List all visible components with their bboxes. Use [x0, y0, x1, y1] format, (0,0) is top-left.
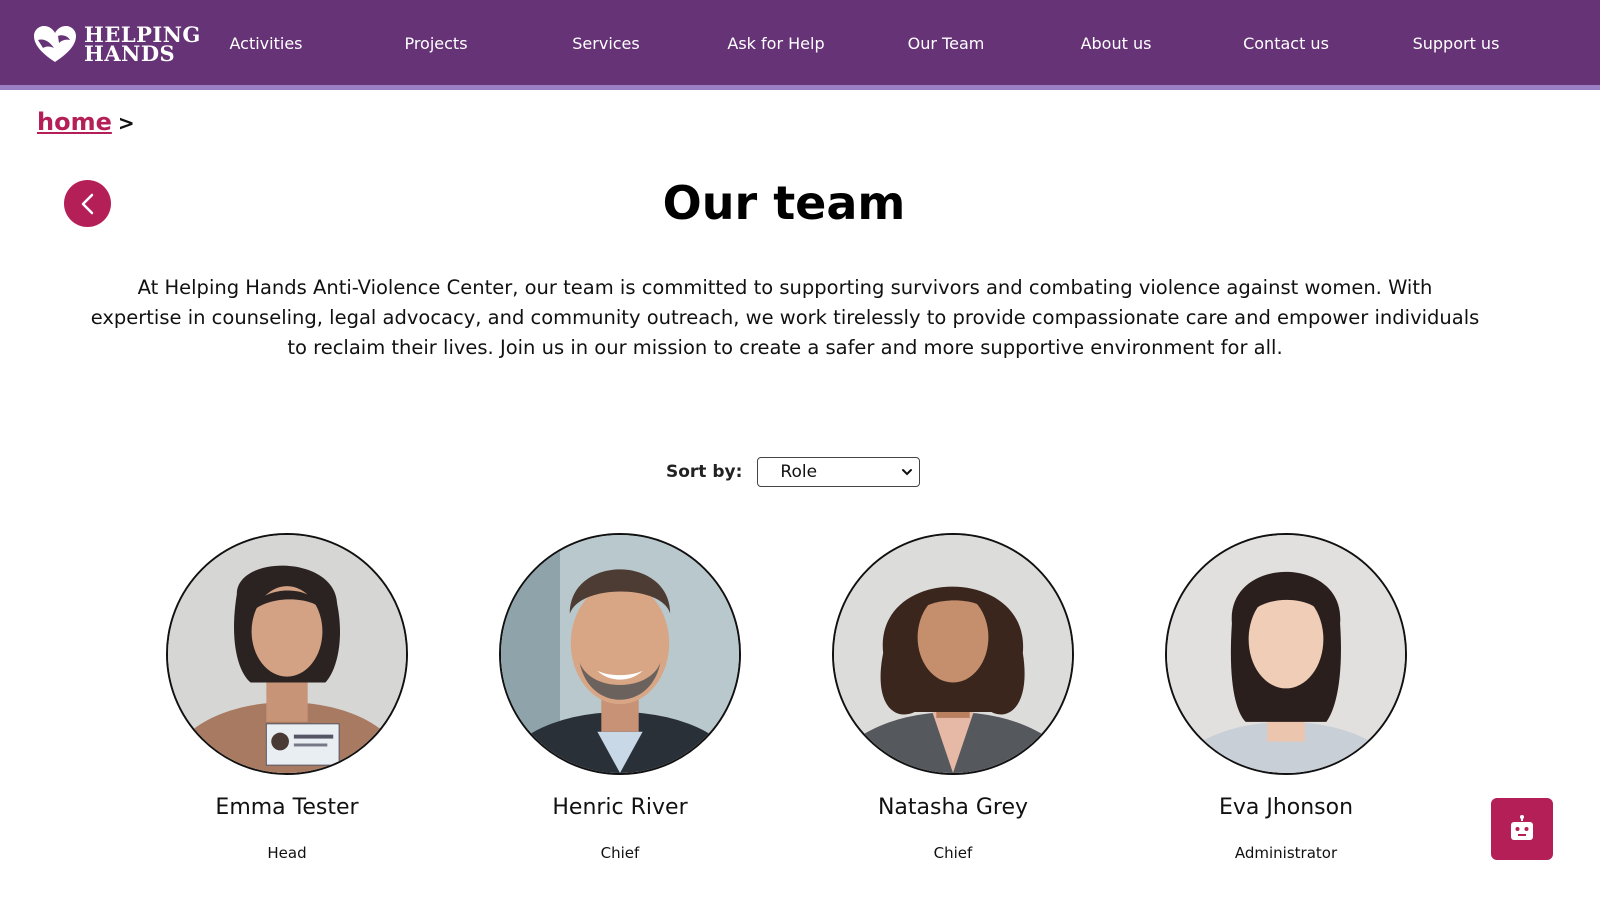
portrait-image	[501, 535, 739, 773]
member-name: Henric River	[552, 795, 688, 820]
page-title: Our team	[662, 176, 906, 230]
member-name: Emma Tester	[215, 795, 359, 820]
nav-projects[interactable]: Projects	[404, 34, 467, 53]
sort-selected-value: Role	[780, 462, 818, 482]
team-member-card[interactable]: Natasha Grey Chief	[832, 533, 1074, 862]
member-name: Natasha Grey	[877, 795, 1029, 820]
portrait-image	[168, 535, 406, 773]
avatar	[499, 533, 741, 775]
team-member-card[interactable]: Henric River Chief	[499, 533, 741, 862]
chatbot-button[interactable]	[1491, 798, 1553, 860]
nav-services[interactable]: Services	[572, 34, 639, 53]
heart-hands-icon	[34, 26, 76, 62]
team-member-card[interactable]: Eva Jhonson Administrator	[1165, 533, 1407, 862]
nav-activities[interactable]: Activities	[230, 34, 303, 53]
nav-ask-for-help[interactable]: Ask for Help	[727, 34, 824, 53]
nav-contact-us[interactable]: Contact us	[1243, 34, 1329, 53]
breadcrumb-separator: >	[117, 111, 135, 135]
team-intro-text: At Helping Hands Anti-Violence Center, o…	[90, 276, 1480, 359]
portrait-image	[834, 535, 1072, 773]
brand-name: HELPING HANDS	[84, 24, 201, 64]
breadcrumb: home >	[37, 108, 135, 136]
member-role: Chief	[600, 844, 640, 862]
team-member-card[interactable]: Emma Tester Head	[166, 533, 408, 862]
top-navigation-bar: HELPING HANDS Activities Projects Servic…	[0, 0, 1600, 90]
nav-our-team[interactable]: Our Team	[908, 34, 985, 53]
sort-select[interactable]: Role	[757, 457, 921, 487]
member-role: Chief	[933, 844, 973, 862]
sort-control: Sort by: Role	[666, 457, 921, 487]
avatar	[832, 533, 1074, 775]
portrait-image	[1167, 535, 1405, 773]
member-name: Eva Jhonson	[1218, 795, 1354, 820]
member-role: Administrator	[1234, 844, 1338, 862]
sort-label: Sort by:	[666, 462, 743, 482]
member-role: Head	[267, 844, 307, 862]
avatar	[1165, 533, 1407, 775]
avatar	[166, 533, 408, 775]
breadcrumb-home-link[interactable]: home	[37, 108, 112, 136]
helping-hands-logo[interactable]: HELPING HANDS	[32, 20, 201, 68]
robot-icon	[1511, 815, 1533, 840]
chevron-down-icon	[902, 469, 913, 476]
nav-support-us[interactable]: Support us	[1413, 34, 1500, 53]
nav-about-us[interactable]: About us	[1081, 34, 1152, 53]
